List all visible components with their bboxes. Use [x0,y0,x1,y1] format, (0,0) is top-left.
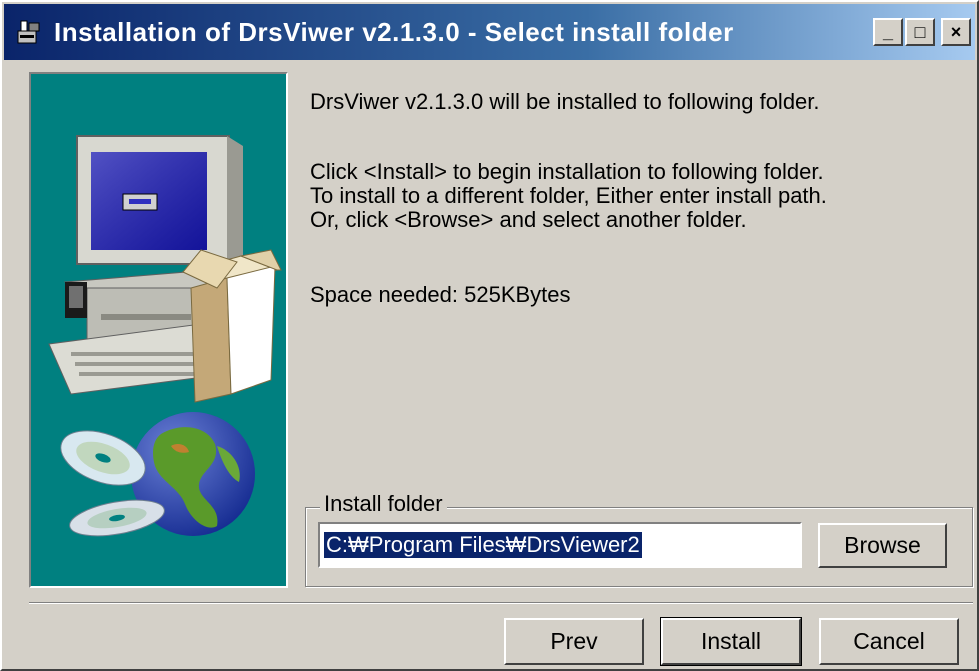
cancel-button-label: Cancel [853,628,925,654]
install-target-text: DrsViwer v2.1.3.0 will be installed to f… [310,89,820,114]
minimize-button[interactable]: _ [873,18,903,46]
install-button[interactable]: Install [660,617,802,666]
close-icon: × [950,22,962,42]
prev-button-label: Prev [550,628,598,654]
title-bar[interactable]: Installation of DrsViwer v2.1.3.0 - Sele… [4,4,975,60]
instruction-line-2: To install to a different folder, Either… [310,183,827,208]
close-button[interactable]: × [941,18,971,46]
prev-button[interactable]: Prev [504,618,644,665]
install-path-input[interactable]: C:₩Program Files₩DrsViewer2 [318,522,802,568]
window-controls: _ □ × [873,18,971,46]
install-button-label: Install [700,628,762,654]
instruction-line-1: Click <Install> to begin installation to… [310,159,824,184]
window-title: Installation of DrsViwer v2.1.3.0 - Sele… [54,16,734,47]
instruction-line-3: Or, click <Browse> and select another fo… [310,207,747,232]
minimize-icon: _ [882,22,893,42]
browse-button-label: Browse [844,532,921,558]
cancel-button[interactable]: Cancel [819,618,959,665]
maximize-button[interactable]: □ [905,18,935,46]
install-path-value: C:₩Program Files₩DrsViewer2 [324,532,642,558]
maximize-icon: □ [914,22,926,42]
installer-icon [14,17,44,47]
space-needed-text: Space needed: 525KBytes [310,282,571,307]
installer-window: Installation of DrsViwer v2.1.3.0 - Sele… [0,0,979,671]
installer-side-image [29,72,288,588]
footer-separator [29,602,973,604]
computer-box-cd-globe-illustration [48,135,282,537]
browse-button[interactable]: Browse [818,523,947,568]
install-folder-label: Install folder [320,491,447,517]
